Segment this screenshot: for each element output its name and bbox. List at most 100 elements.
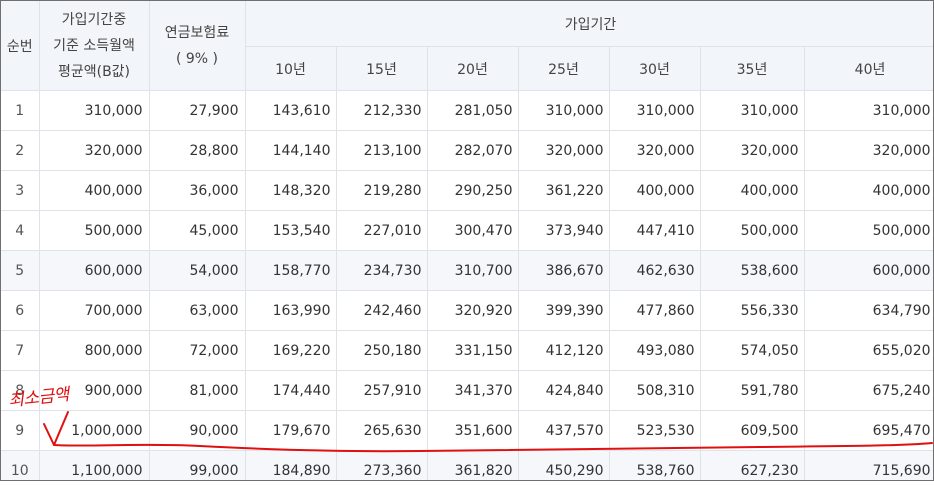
table-row: 5 600,000 54,000 158,770 234,730 310,700 386,6… xyxy=(1,250,933,291)
pension-cell: 424,840 xyxy=(518,370,610,411)
pension-cell: 148,320 xyxy=(245,170,337,211)
premium-cell: 72,000 xyxy=(149,330,246,371)
pension-cell: 361,820 xyxy=(427,450,519,480)
table-row: 10 1,100,000 99,000 184,890 273,360 361,820 45… xyxy=(1,450,933,480)
pension-cell: 400,000 xyxy=(804,170,933,211)
pension-cell: 310,000 xyxy=(518,90,610,131)
premium-cell: 63,000 xyxy=(149,290,246,331)
pension-cell: 400,000 xyxy=(700,170,805,211)
row-number: 3 xyxy=(1,170,40,211)
pension-cell: 400,000 xyxy=(609,170,701,211)
header-income: 가입기간중 기준 소득월액 평균액(B값) xyxy=(39,1,150,91)
table-row: 3 400,000 36,000 148,320 219,280 290,250 361,2… xyxy=(1,170,933,211)
pension-cell: 281,050 xyxy=(427,90,519,131)
header-year: 25년 xyxy=(518,46,610,91)
pension-cell: 500,000 xyxy=(804,210,933,251)
premium-cell: 28,800 xyxy=(149,130,246,171)
premium-cell: 99,000 xyxy=(149,450,246,480)
header-income-line3: 평균액(B값) xyxy=(57,63,131,80)
row-number: 5 xyxy=(1,250,40,291)
income-cell: 320,000 xyxy=(39,130,150,171)
pension-cell: 609,500 xyxy=(700,410,805,451)
pension-cell: 591,780 xyxy=(700,370,805,411)
pension-cell: 290,250 xyxy=(427,170,519,211)
pension-cell: 675,240 xyxy=(804,370,933,411)
row-number: 7 xyxy=(1,330,40,371)
pension-cell: 282,070 xyxy=(427,130,519,171)
pension-cell: 184,890 xyxy=(245,450,337,480)
row-number: 2 xyxy=(1,130,40,171)
pension-cell: 331,150 xyxy=(427,330,519,371)
pension-cell: 412,120 xyxy=(518,330,610,371)
pension-cell: 143,610 xyxy=(245,90,337,131)
pension-cell: 310,000 xyxy=(609,90,701,131)
pension-cell: 523,530 xyxy=(609,410,701,451)
pension-cell: 250,180 xyxy=(336,330,428,371)
pension-cell: 310,000 xyxy=(700,90,805,131)
pension-cell: 655,020 xyxy=(804,330,933,371)
header-year: 30년 xyxy=(609,46,701,91)
pension-cell: 538,600 xyxy=(700,250,805,291)
table-row: 2 320,000 28,800 144,140 213,100 282,070 320,0… xyxy=(1,130,933,171)
pension-cell: 508,310 xyxy=(609,370,701,411)
pension-cell: 310,700 xyxy=(427,250,519,291)
premium-cell: 54,000 xyxy=(149,250,246,291)
pension-cell: 144,140 xyxy=(245,130,337,171)
income-cell: 310,000 xyxy=(39,90,150,131)
income-cell: 600,000 xyxy=(39,250,150,291)
pension-cell: 493,080 xyxy=(609,330,701,371)
pension-cell: 715,690 xyxy=(804,450,933,480)
row-number: 6 xyxy=(1,290,40,331)
header-no: 순번 xyxy=(1,1,40,91)
pension-cell: 447,410 xyxy=(609,210,701,251)
pension-cell: 320,000 xyxy=(518,130,610,171)
income-cell: 1,000,000 xyxy=(39,410,150,451)
table-row: 4 500,000 45,000 153,540 227,010 300,470 373,9… xyxy=(1,210,933,251)
pension-cell: 341,370 xyxy=(427,370,519,411)
header-period: 가입기간 xyxy=(245,1,933,47)
pension-cell: 477,860 xyxy=(609,290,701,331)
pension-cell: 234,730 xyxy=(336,250,428,291)
income-cell: 700,000 xyxy=(39,290,150,331)
premium-cell: 27,900 xyxy=(149,90,246,131)
header-year: 40년 xyxy=(804,46,933,91)
pension-cell: 273,360 xyxy=(336,450,428,480)
table-row: 6 700,000 63,000 163,990 242,460 320,920 399,3… xyxy=(1,290,933,331)
pension-cell: 361,220 xyxy=(518,170,610,211)
row-number: 9 xyxy=(1,410,40,451)
pension-cell: 219,280 xyxy=(336,170,428,211)
premium-cell: 81,000 xyxy=(149,370,246,411)
pension-cell: 320,920 xyxy=(427,290,519,331)
table-frame: 순번 가입기간중 기준 소득월액 평균액(B값) 연금보험료 ( 9% ) 가입… xyxy=(0,0,934,481)
pension-cell: 320,000 xyxy=(609,130,701,171)
pension-cell: 179,670 xyxy=(245,410,337,451)
pension-cell: 450,290 xyxy=(518,450,610,480)
header-income-line2: 기준 소득월액 xyxy=(53,37,135,54)
pension-cell: 300,470 xyxy=(427,210,519,251)
pension-cell: 213,100 xyxy=(336,130,428,171)
table-row: 1 310,000 27,900 143,610 212,330 281,050 310,0… xyxy=(1,90,933,131)
income-cell: 1,100,000 xyxy=(39,450,150,480)
pension-cell: 242,460 xyxy=(336,290,428,331)
pension-cell: 174,440 xyxy=(245,370,337,411)
pension-cell: 600,000 xyxy=(804,250,933,291)
pension-cell: 556,330 xyxy=(700,290,805,331)
pension-cell: 695,470 xyxy=(804,410,933,451)
pension-cell: 627,230 xyxy=(700,450,805,480)
pension-table: 순번 가입기간중 기준 소득월액 평균액(B값) 연금보험료 ( 9% ) 가입… xyxy=(1,1,933,480)
header-year: 15년 xyxy=(336,46,428,91)
pension-cell: 265,630 xyxy=(336,410,428,451)
table-header: 순번 가입기간중 기준 소득월액 평균액(B값) 연금보험료 ( 9% ) 가입… xyxy=(1,1,933,91)
pension-cell: 634,790 xyxy=(804,290,933,331)
premium-cell: 90,000 xyxy=(149,410,246,451)
header-year: 20년 xyxy=(427,46,519,91)
pension-cell: 351,600 xyxy=(427,410,519,451)
pension-cell: 386,670 xyxy=(518,250,610,291)
income-cell: 500,000 xyxy=(39,210,150,251)
pension-cell: 500,000 xyxy=(700,210,805,251)
pension-cell: 320,000 xyxy=(700,130,805,171)
pension-cell: 574,050 xyxy=(700,330,805,371)
pension-cell: 153,540 xyxy=(245,210,337,251)
table-body: 1 310,000 27,900 143,610 212,330 281,050 310,0… xyxy=(1,90,933,480)
pension-cell: 212,330 xyxy=(336,90,428,131)
